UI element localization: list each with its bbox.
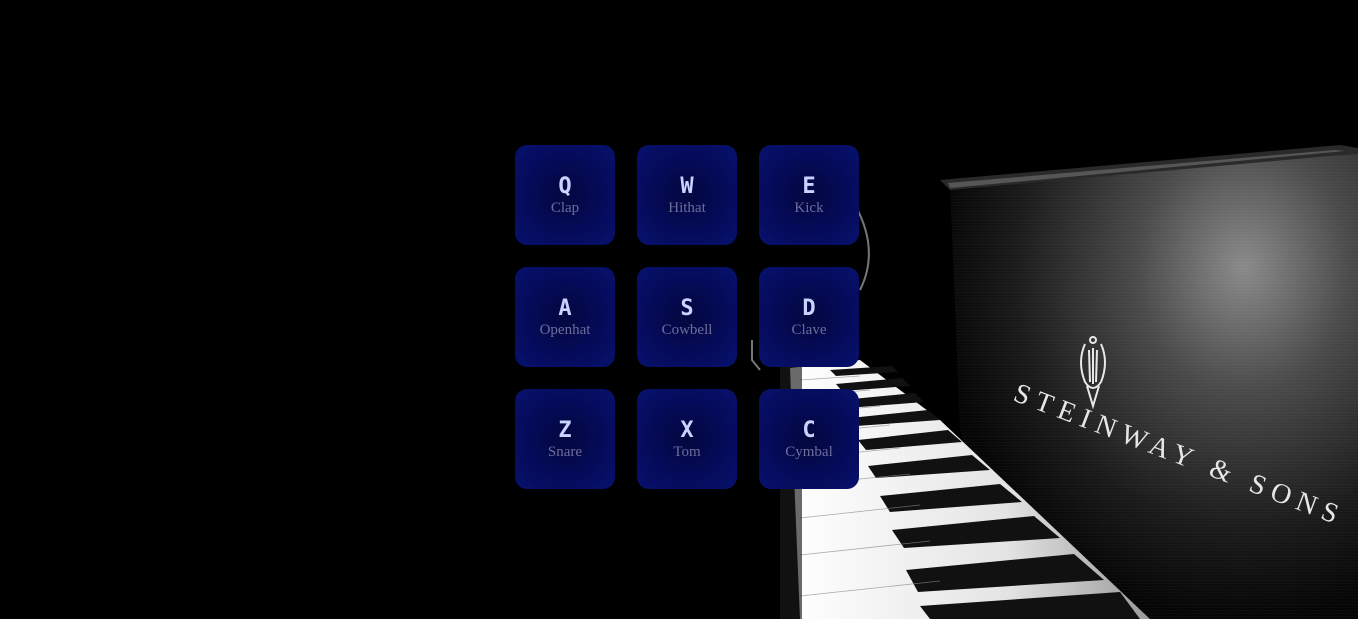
pad-sound-label: Tom	[673, 444, 701, 460]
pad-sound-label: Kick	[794, 200, 824, 216]
pad-key-letter: D	[802, 296, 816, 321]
pad-key-letter: E	[802, 174, 816, 199]
pad-sound-label: Hithat	[668, 200, 706, 216]
drum-pad-c[interactable]: C Cymbal	[759, 389, 859, 489]
pad-sound-label: Snare	[547, 444, 583, 460]
drum-pad-s[interactable]: S Cowbell	[637, 267, 737, 367]
drum-pad-w[interactable]: W Hithat	[637, 145, 737, 245]
pad-sound-label: Clave	[791, 322, 827, 338]
pad-sound-label: Clap	[550, 200, 580, 216]
pad-key-letter: A	[558, 296, 572, 321]
drum-pad-grid: Q Clap W Hithat E Kick A Openhat S Cowbe…	[515, 145, 860, 489]
pad-key-letter: C	[802, 418, 816, 443]
pad-key-letter: W	[680, 174, 694, 199]
pad-key-letter: S	[680, 296, 694, 321]
pad-sound-label: Cowbell	[661, 322, 713, 338]
drum-pad-d[interactable]: D Clave	[759, 267, 859, 367]
pad-key-letter: X	[680, 418, 694, 443]
pad-key-letter: Z	[558, 418, 572, 443]
drum-machine-page: STEINWAY & SONS Q Clap W Hithat E Kick A…	[0, 0, 1358, 619]
drum-pad-x[interactable]: X Tom	[637, 389, 737, 489]
drum-pad-z[interactable]: Z Snare	[515, 389, 615, 489]
drum-pad-q[interactable]: Q Clap	[515, 145, 615, 245]
drum-pad-a[interactable]: A Openhat	[515, 267, 615, 367]
drum-pad-e[interactable]: E Kick	[759, 145, 859, 245]
pad-key-letter: Q	[558, 174, 572, 199]
pad-sound-label: Cymbal	[785, 444, 833, 460]
pad-sound-label: Openhat	[539, 322, 591, 338]
